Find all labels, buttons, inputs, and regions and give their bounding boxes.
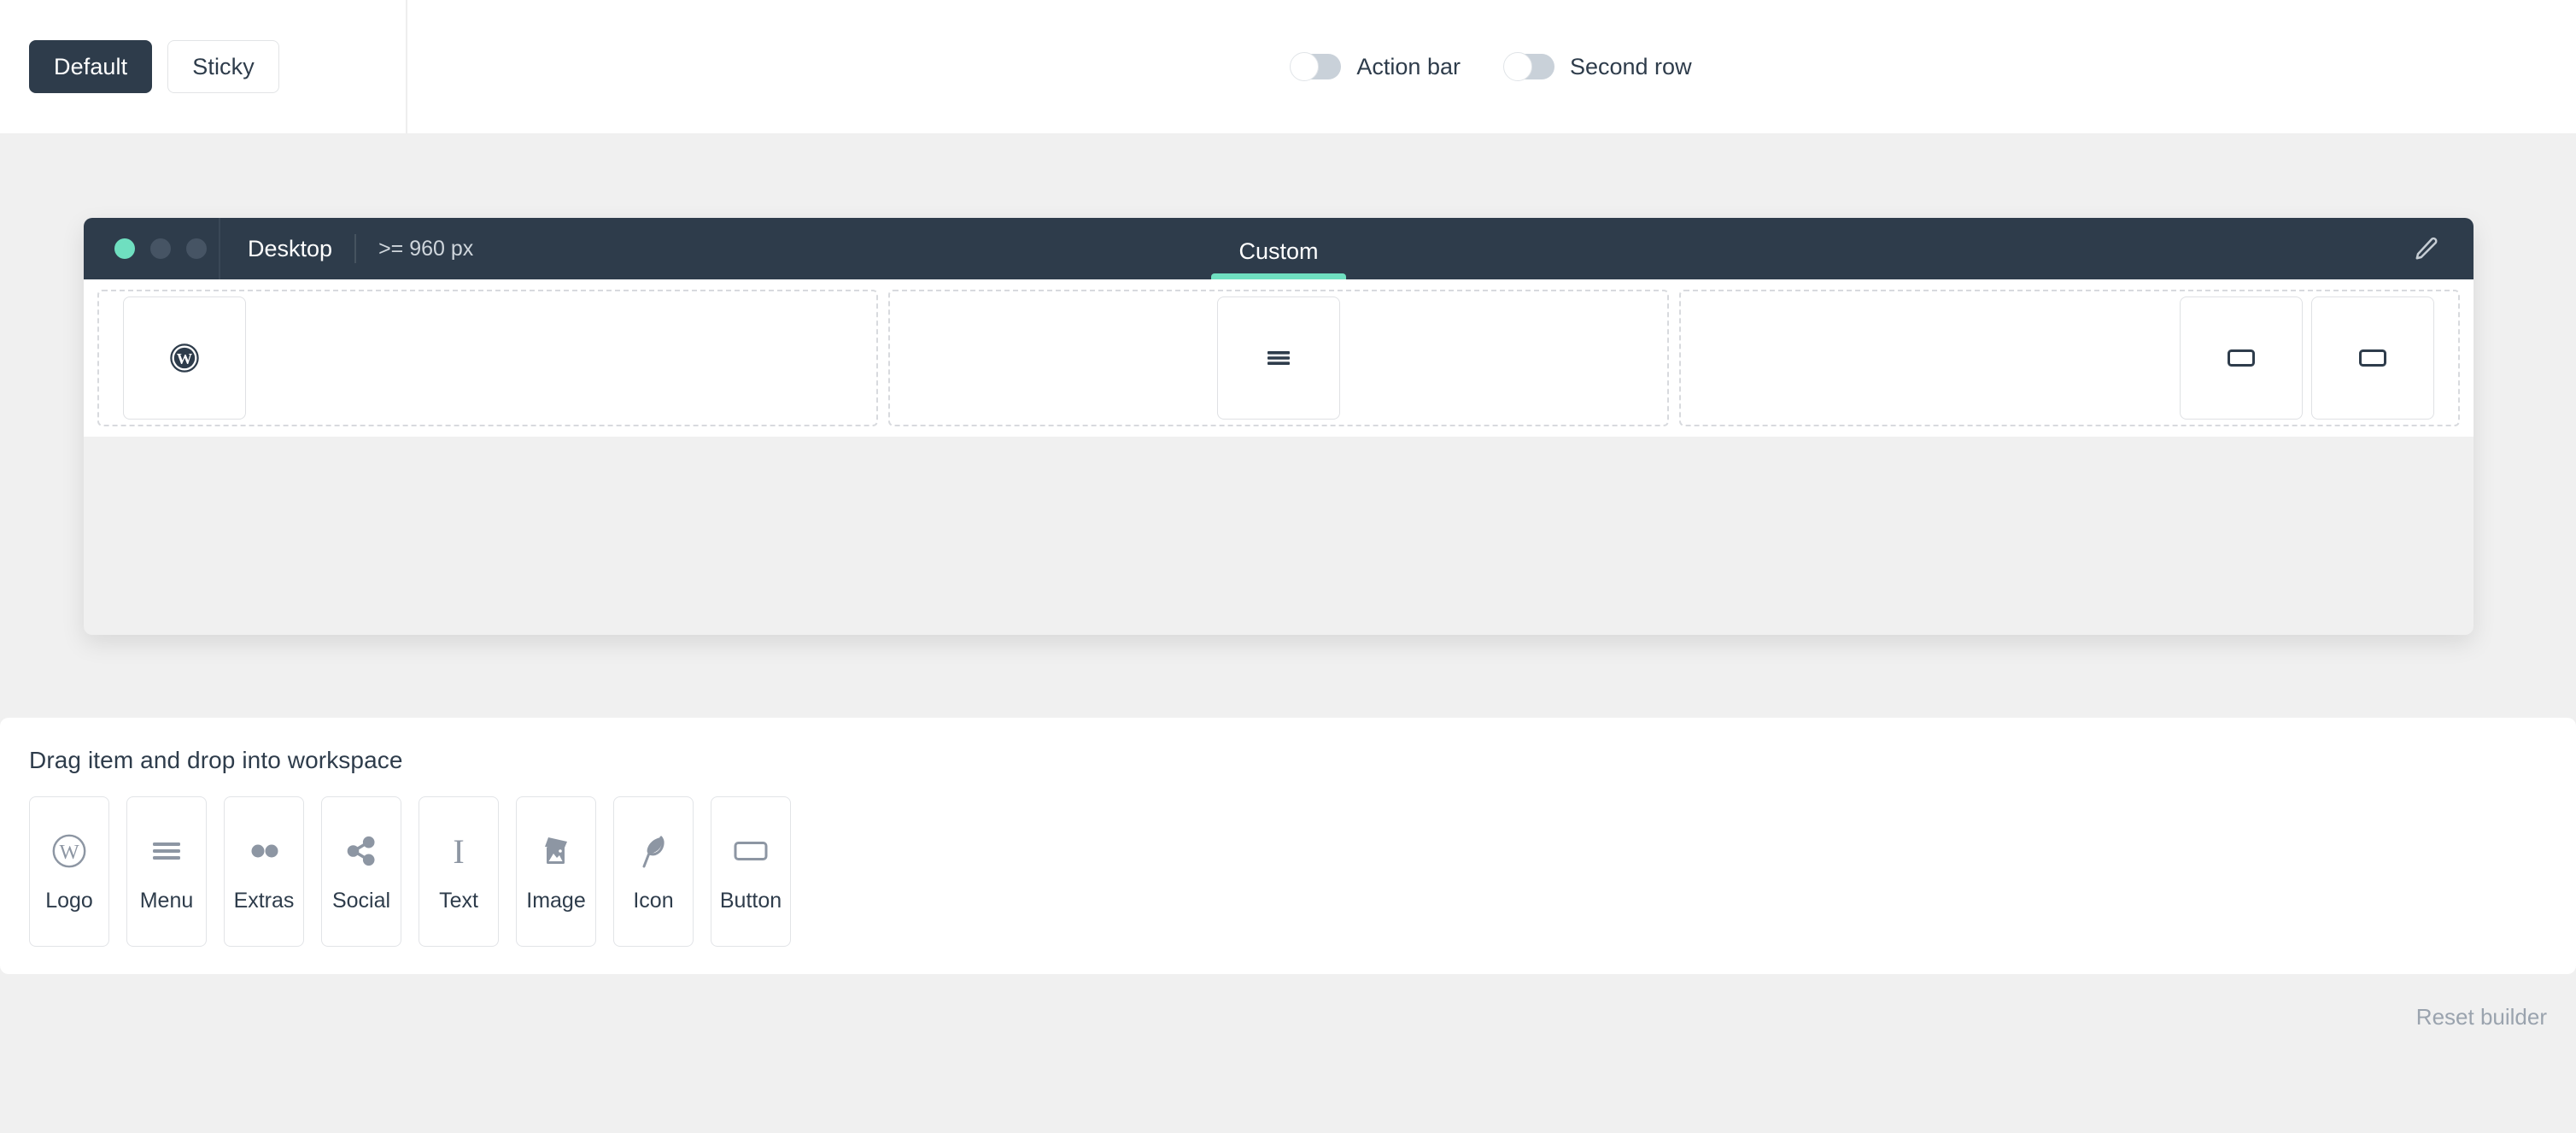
device-breakpoint: >= 960 px <box>378 236 474 261</box>
window-dot-tablet[interactable] <box>150 238 171 259</box>
library-item-menu[interactable]: Menu <box>126 796 207 947</box>
library-item-label: Image <box>526 888 586 913</box>
share-icon <box>345 831 378 872</box>
button-icon <box>2359 349 2386 367</box>
library-item-label: Logo <box>45 888 93 913</box>
toggle-second-row-group: Second row <box>1502 52 1692 81</box>
mode-switch-group: Default Sticky <box>0 0 407 133</box>
divider <box>354 234 357 263</box>
window-dots <box>84 218 220 279</box>
library-item-label: Button <box>719 888 782 913</box>
workspace-item-button-2[interactable] <box>2311 296 2434 420</box>
library-item-label: Icon <box>633 888 674 913</box>
workspace-canvas: W <box>84 279 2474 437</box>
toggle-second-row[interactable] <box>1502 52 1554 81</box>
dropzone-right[interactable] <box>1679 290 2460 426</box>
library-item-extras[interactable]: Extras <box>224 796 304 947</box>
toggle-action-bar-group: Action bar <box>1290 52 1461 81</box>
device-name: Desktop <box>248 235 333 261</box>
svg-text:W: W <box>177 350 193 367</box>
workspace-panel: Desktop >= 960 px Custom W <box>84 218 2474 635</box>
button-icon <box>734 831 768 872</box>
workspace-item-logo[interactable]: W <box>123 296 246 420</box>
library-item-text[interactable]: I Text <box>419 796 499 947</box>
library-item-image[interactable]: Image <box>516 796 596 947</box>
menu-icon <box>150 831 183 872</box>
feather-icon <box>639 831 668 872</box>
library-item-label: Extras <box>233 888 295 913</box>
menu-icon <box>1266 348 1291 368</box>
library-item-label: Text <box>439 888 478 913</box>
toggle-options-group: Action bar Second row <box>407 0 2576 133</box>
device-info: Desktop >= 960 px <box>220 234 473 263</box>
window-dot-desktop[interactable] <box>114 238 135 259</box>
library-item-label: Menu <box>139 888 194 913</box>
reset-builder-button[interactable]: Reset builder <box>2416 1004 2547 1030</box>
top-toolbar: Default Sticky Action bar Second row <box>0 0 2576 133</box>
toggle-knob <box>1290 52 1320 81</box>
library-item-icon[interactable]: Icon <box>613 796 694 947</box>
tab-custom[interactable]: Custom <box>1211 218 1346 279</box>
library-item-button[interactable]: Button <box>711 796 791 947</box>
wordpress-icon: W <box>170 343 199 373</box>
workspace-header: Desktop >= 960 px Custom <box>84 218 2474 279</box>
wordpress-icon: W <box>51 831 87 872</box>
button-icon <box>2228 349 2255 367</box>
library-title: Drag item and drop into workspace <box>29 747 403 773</box>
dropzone-left[interactable]: W <box>97 290 878 426</box>
toggle-second-row-label: Second row <box>1569 53 1692 79</box>
item-library-panel: Drag item and drop into workspace W Logo… <box>0 718 2576 974</box>
tab-custom-label: Custom <box>1238 238 1319 264</box>
library-item-social[interactable]: Social <box>321 796 401 947</box>
dropzone-center[interactable] <box>888 290 1669 426</box>
pencil-icon[interactable] <box>2414 236 2439 261</box>
library-item-logo[interactable]: W Logo <box>29 796 109 947</box>
text-serif-i-icon: I <box>448 831 470 872</box>
workspace-empty-area <box>84 437 2474 594</box>
toggle-knob <box>1502 52 1532 81</box>
mode-button-default[interactable]: Default <box>29 40 153 93</box>
toggle-action-bar-label: Action bar <box>1356 53 1461 79</box>
tab-active-indicator <box>1211 273 1346 279</box>
library-items: W Logo Menu Extras Social I Text Image I… <box>29 796 2547 947</box>
svg-text:I: I <box>453 832 464 870</box>
extras-dots-icon <box>247 831 281 872</box>
svg-text:W: W <box>59 840 79 863</box>
mode-button-sticky[interactable]: Sticky <box>167 40 279 93</box>
workspace-item-menu[interactable] <box>1217 296 1340 420</box>
library-item-label: Social <box>331 888 391 913</box>
workspace-item-button-1[interactable] <box>2180 296 2303 420</box>
toggle-action-bar[interactable] <box>1290 52 1342 81</box>
image-icon <box>538 831 574 872</box>
window-dot-mobile[interactable] <box>186 238 207 259</box>
